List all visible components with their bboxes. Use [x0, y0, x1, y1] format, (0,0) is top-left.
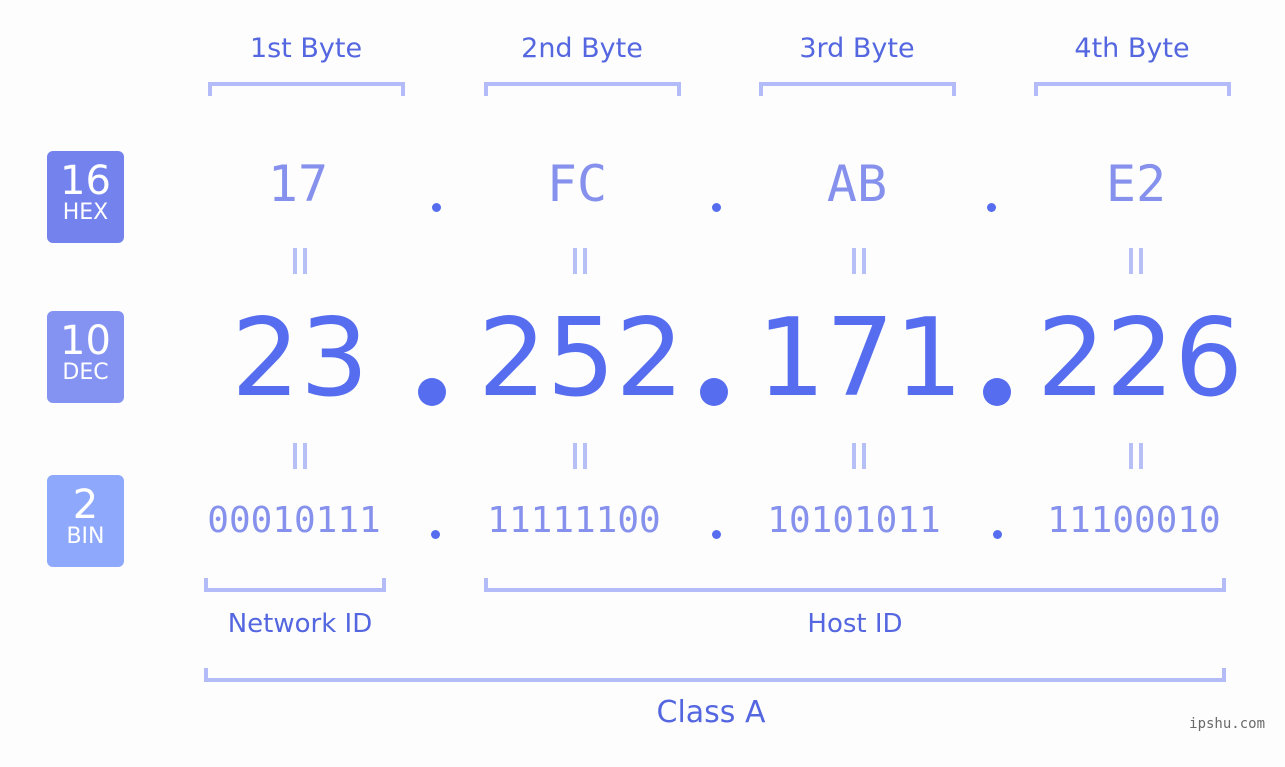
dec-separator-dot	[700, 378, 728, 406]
equals-icon	[849, 248, 869, 274]
bin-octet-4: 11100010	[1047, 500, 1221, 541]
byte-header-2: 2nd Byte	[521, 33, 643, 64]
bin-separator-dot	[993, 530, 1002, 539]
class-label: Class A	[656, 695, 766, 730]
dec-octet-2: 252	[477, 296, 685, 421]
equals-icon	[570, 248, 590, 274]
equals-icon	[1126, 443, 1146, 469]
hex-badge-label: HEX	[62, 200, 109, 225]
hex-octet-2: FC	[546, 155, 608, 213]
hex-separator-dot	[712, 203, 721, 212]
dec-separator-dot	[983, 378, 1011, 406]
byte-bracket-4	[1034, 82, 1231, 96]
equals-icon	[290, 248, 310, 274]
byte-bracket-1	[208, 82, 405, 96]
hex-badge-base: 16	[60, 158, 111, 204]
host-id-bracket	[484, 578, 1226, 592]
byte-header-1: 1st Byte	[249, 33, 363, 64]
host-id-label: Host ID	[807, 609, 903, 639]
bin-separator-dot	[431, 530, 440, 539]
hex-octet-3: AB	[826, 155, 888, 213]
byte-header-3: 3rd Byte	[799, 33, 915, 64]
bin-badge: 2 BIN	[47, 475, 124, 567]
hex-octet-1: 17	[267, 155, 329, 213]
dec-badge-label: DEC	[62, 360, 109, 385]
byte-bracket-2	[484, 82, 681, 96]
hex-octet-4: E2	[1105, 155, 1167, 213]
bin-octet-1: 00010111	[207, 500, 381, 541]
watermark: ipshu.com	[1189, 716, 1265, 732]
byte-bracket-3	[759, 82, 956, 96]
bin-separator-dot	[712, 530, 721, 539]
dec-separator-dot	[418, 378, 446, 406]
dec-octet-3: 171	[756, 296, 964, 421]
hex-separator-dot	[987, 203, 996, 212]
network-id-label: Network ID	[227, 609, 373, 639]
dec-badge-base: 10	[60, 318, 111, 364]
equals-icon	[849, 443, 869, 469]
dec-badge: 10 DEC	[47, 311, 124, 403]
byte-header-4: 4th Byte	[1074, 33, 1190, 64]
bin-octet-3: 10101011	[767, 500, 941, 541]
dec-octet-1: 23	[231, 296, 369, 421]
hex-badge: 16 HEX	[47, 151, 124, 243]
equals-icon	[1126, 248, 1146, 274]
network-id-bracket	[204, 578, 386, 592]
class-bracket	[204, 668, 1226, 682]
equals-icon	[570, 443, 590, 469]
bin-octet-2: 11111100	[487, 500, 661, 541]
dec-octet-4: 226	[1036, 296, 1244, 421]
bin-badge-label: BIN	[66, 524, 105, 549]
hex-separator-dot	[432, 203, 441, 212]
equals-icon	[290, 443, 310, 469]
bin-badge-base: 2	[72, 482, 99, 528]
